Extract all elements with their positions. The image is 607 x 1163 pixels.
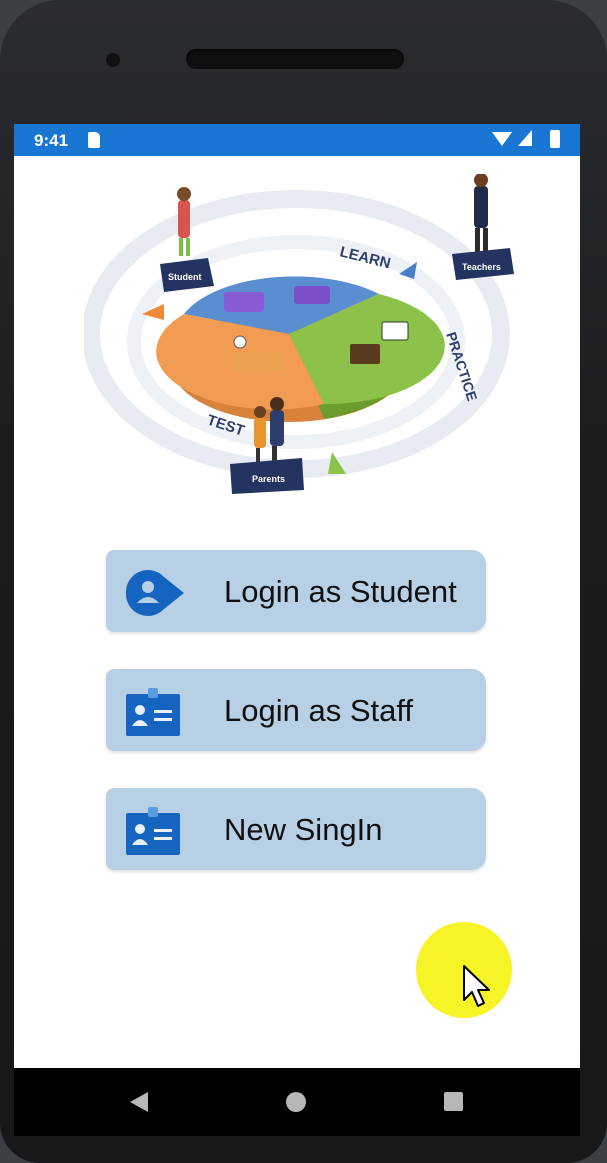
mouse-pointer-icon	[463, 965, 490, 1007]
login-student-button[interactable]: Login as Student	[106, 550, 486, 632]
home-icon[interactable]	[286, 1092, 306, 1112]
learning-cycle-illustration: LEARN PRACTICE TEST Student Teachers Par…	[84, 174, 514, 494]
back-icon[interactable]	[130, 1092, 148, 1112]
sd-card-icon	[88, 132, 100, 148]
login-staff-button[interactable]: Login as Staff	[106, 669, 486, 751]
earpiece-speaker	[186, 49, 404, 69]
status-time: 9:41	[34, 131, 69, 150]
parents-label: Parents	[252, 474, 285, 484]
signal-icon	[518, 130, 532, 146]
login-staff-label: Login as Staff	[224, 693, 414, 728]
navigation-bar	[14, 1068, 580, 1136]
wifi-icon	[492, 132, 512, 146]
student-label: Student	[168, 272, 202, 282]
recent-apps-icon[interactable]	[444, 1092, 463, 1111]
battery-icon	[550, 130, 560, 148]
new-signin-label: New SingIn	[224, 812, 383, 847]
phone-frame: 9:41 LEARN PRACTICE TEST Student Teacher…	[0, 0, 607, 1163]
id-card-icon	[126, 807, 180, 855]
student-avatar-icon	[125, 570, 184, 616]
id-card-icon	[126, 688, 180, 736]
teachers-label: Teachers	[462, 262, 501, 272]
new-signin-button[interactable]: New SingIn	[106, 788, 486, 870]
login-student-label: Login as Student	[224, 574, 457, 609]
status-bar: 9:41	[14, 124, 580, 156]
front-camera	[106, 53, 120, 67]
